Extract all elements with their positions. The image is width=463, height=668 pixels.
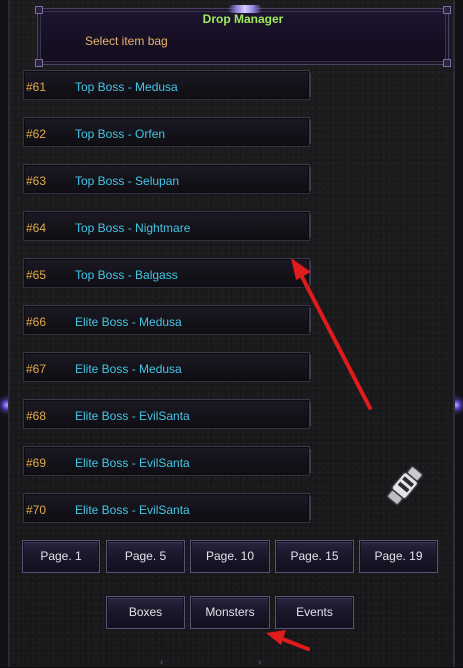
item-bag-number: #67: [26, 362, 47, 376]
item-bag-name: Top Boss - Balgass: [75, 268, 178, 282]
row-edge: [309, 214, 311, 238]
page-15-button[interactable]: Page. 15: [275, 540, 354, 573]
item-bag-name: Top Boss - Selupan: [75, 174, 180, 188]
row-edge: [309, 402, 311, 426]
item-bag-row[interactable]: #66 Elite Boss - Medusa: [23, 305, 311, 335]
row-edge: [309, 496, 311, 520]
item-bag-number: #64: [26, 221, 47, 235]
page-19-button[interactable]: Page. 19: [359, 540, 438, 573]
page-1-button[interactable]: Page. 1: [22, 540, 100, 573]
page-10-button[interactable]: Page. 10: [190, 540, 270, 573]
row-edge: [309, 261, 311, 285]
bottom-ornament-icon: ›: [258, 657, 262, 668]
left-frame-rail: [0, 0, 8, 667]
item-bag-number: #70: [26, 503, 47, 517]
row-edge: [309, 120, 311, 144]
item-bag-number: #68: [26, 409, 47, 423]
item-bag-name: Top Boss - Medusa: [75, 80, 178, 94]
item-bag-name: Elite Boss - EvilSanta: [75, 409, 190, 423]
item-bag-number: #63: [26, 174, 47, 188]
bottom-ornament-icon: ‹: [160, 657, 164, 668]
item-bag-name: Top Boss - Nightmare: [75, 221, 191, 235]
item-bag-row[interactable]: #69 Elite Boss - EvilSanta: [23, 446, 311, 476]
item-bag-name: Elite Boss - Medusa: [75, 315, 182, 329]
row-edge: [309, 308, 311, 332]
item-bag-name: Elite Boss - EvilSanta: [75, 503, 190, 517]
row-edge: [309, 167, 311, 191]
window-subtitle: Select item bag: [85, 34, 168, 48]
item-bag-number: #65: [26, 268, 47, 282]
corner-ornament-icon: [443, 59, 451, 67]
item-bag-name: Elite Boss - Medusa: [75, 362, 182, 376]
item-bag-row[interactable]: #68 Elite Boss - EvilSanta: [23, 399, 311, 429]
item-bag-number: #66: [26, 315, 47, 329]
item-bag-name: Elite Boss - EvilSanta: [75, 456, 190, 470]
window-header: Drop Manager Select item bag: [35, 5, 451, 67]
item-bag-name: Top Boss - Orfen: [75, 127, 166, 141]
item-bag-number: #61: [26, 80, 47, 94]
item-bag-number: #69: [26, 456, 47, 470]
tab-boxes[interactable]: Boxes: [106, 596, 185, 629]
item-bag-row[interactable]: #65 Top Boss - Balgass: [23, 258, 311, 288]
tab-events[interactable]: Events: [275, 596, 354, 629]
item-bag-row[interactable]: #63 Top Boss - Selupan: [23, 164, 311, 194]
row-edge: [309, 355, 311, 379]
row-edge: [309, 73, 311, 97]
right-frame-rail: [455, 0, 463, 667]
gauntlet-cursor-icon: [386, 465, 424, 506]
corner-ornament-icon: [35, 59, 43, 67]
item-bag-row[interactable]: #64 Top Boss - Nightmare: [23, 211, 311, 241]
item-bag-row[interactable]: #67 Elite Boss - Medusa: [23, 352, 311, 382]
tab-monsters[interactable]: Monsters: [190, 596, 270, 629]
item-bag-number: #62: [26, 127, 47, 141]
window-title: Drop Manager: [202, 12, 284, 26]
page-5-button[interactable]: Page. 5: [106, 540, 185, 573]
item-bag-row[interactable]: #70 Elite Boss - EvilSanta: [23, 493, 311, 523]
item-bag-row[interactable]: #62 Top Boss - Orfen: [23, 117, 311, 147]
item-bag-row[interactable]: #61 Top Boss - Medusa: [23, 70, 311, 100]
row-edge: [309, 449, 311, 473]
